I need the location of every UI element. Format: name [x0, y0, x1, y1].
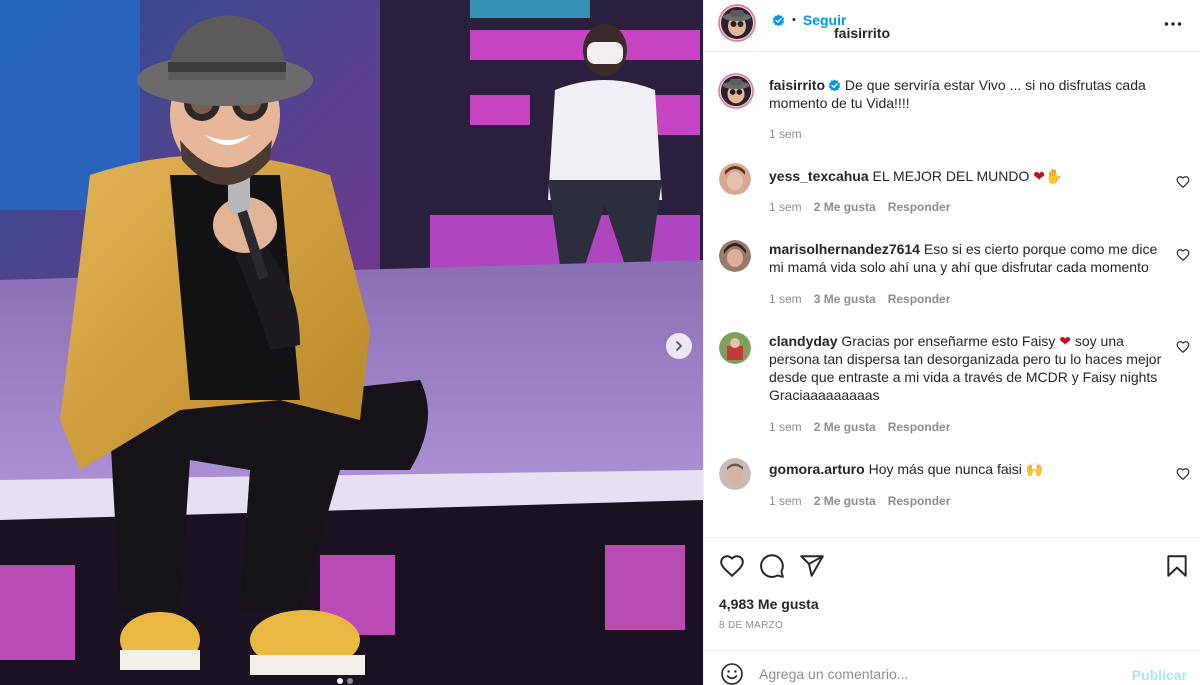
reply-button[interactable]: Responder — [888, 200, 951, 214]
paper-plane-icon[interactable] — [799, 553, 825, 579]
author-username[interactable]: faisirrito — [834, 25, 890, 41]
comment-like-heart-icon[interactable] — [1176, 248, 1190, 262]
comment-text: Hoy más que nunca faisi — [868, 461, 1022, 477]
comment-time[interactable]: 1 sem — [769, 292, 802, 306]
more-options-button[interactable] — [1161, 12, 1185, 36]
comment-emoji: ❤✋ — [1033, 168, 1063, 184]
comment-emoji: ❤ — [1059, 333, 1071, 349]
post-header: faisirrito • Seguir — [704, 0, 1200, 52]
comment-username[interactable]: marisolhernandez7614 — [769, 241, 920, 257]
comments-list[interactable]: faisirrito De que serviría estar Vivo ..… — [704, 53, 1200, 537]
media-dot — [347, 678, 353, 684]
header-user-row: faisirrito • Seguir — [769, 12, 890, 41]
comment-icon[interactable] — [759, 553, 785, 579]
comment-text: EL MEJOR DEL MUNDO — [872, 168, 1030, 184]
caption-time[interactable]: 1 sem — [769, 127, 802, 141]
reply-button[interactable]: Responder — [888, 494, 951, 508]
post-photo — [0, 0, 703, 685]
avatar-image — [719, 332, 751, 364]
comment-like-heart-icon[interactable] — [1176, 340, 1190, 354]
avatar-image — [718, 4, 756, 42]
likes-count[interactable]: 4,983 Me gusta — [719, 596, 819, 612]
post-media[interactable] — [0, 0, 703, 685]
avatar-image — [719, 458, 751, 490]
comment-text-block: clandyday Gracias por enseñarme esto Fai… — [769, 332, 1164, 404]
comment-time[interactable]: 1 sem — [769, 200, 802, 214]
comment-like-heart-icon[interactable] — [1176, 467, 1190, 481]
publish-button[interactable]: Publicar — [1132, 667, 1187, 683]
post-actions: 4,983 Me gusta 8 DE MARZO — [704, 537, 1200, 637]
comment-meta: 1 sem 3 Me gusta Responder — [769, 292, 950, 306]
smiley-icon[interactable] — [720, 662, 744, 685]
comment-text-block: gomora.arturo Hoy más que nunca faisi 🙌 — [769, 460, 1164, 478]
caption: faisirrito De que serviría estar Vivo ..… — [704, 71, 1200, 151]
comment-username[interactable]: gomora.arturo — [769, 461, 865, 477]
next-media-button[interactable] — [666, 333, 692, 359]
comment-username[interactable]: clandyday — [769, 333, 837, 349]
avatar-image — [719, 163, 751, 195]
commenter-avatar[interactable] — [719, 240, 751, 272]
chevron-right-icon — [676, 341, 682, 351]
commenter-avatar[interactable] — [719, 458, 751, 490]
comment-likes[interactable]: 2 Me gusta — [814, 494, 876, 508]
heart-icon[interactable] — [719, 553, 745, 579]
author-avatar[interactable] — [718, 4, 756, 42]
caption-author-avatar[interactable] — [718, 73, 754, 109]
post-date[interactable]: 8 DE MARZO — [719, 620, 783, 631]
comment-likes[interactable]: 2 Me gusta — [814, 200, 876, 214]
verified-badge-icon — [828, 79, 841, 92]
commenter-avatar[interactable] — [719, 332, 751, 364]
caption-meta: 1 sem — [769, 127, 802, 141]
reply-button[interactable]: Responder — [888, 420, 951, 434]
comment-time[interactable]: 1 sem — [769, 494, 802, 508]
media-dot-active — [337, 678, 343, 684]
commenter-avatar[interactable] — [719, 163, 751, 195]
caption-text: De que serviría estar Vivo ... si no dis… — [769, 77, 1146, 111]
caption-text-block: faisirrito De que serviría estar Vivo ..… — [769, 76, 1164, 112]
comment-text: Gracias por enseñarme esto Faisy — [841, 333, 1056, 349]
comment-composer: Publicar — [704, 650, 1200, 685]
caption-username[interactable]: faisirrito — [769, 77, 825, 93]
avatar-image — [719, 240, 751, 272]
comment-text-block: yess_texcahua EL MEJOR DEL MUNDO ❤✋ — [769, 167, 1164, 185]
comment-emoji: 🙌 — [1025, 461, 1044, 477]
header-separator: • — [792, 14, 796, 26]
comment-likes[interactable]: 3 Me gusta — [814, 292, 876, 306]
comment-meta: 1 sem 2 Me gusta Responder — [769, 420, 950, 434]
comment-time[interactable]: 1 sem — [769, 420, 802, 434]
bookmark-icon[interactable] — [1164, 553, 1190, 579]
media-pagination-dots — [337, 678, 353, 684]
comment-like-heart-icon[interactable] — [1176, 175, 1190, 189]
comment-meta: 1 sem 2 Me gusta Responder — [769, 494, 950, 508]
verified-badge-icon — [772, 13, 785, 26]
post-details-panel: faisirrito • Seguir faisirrito De que se… — [703, 0, 1200, 685]
comment-item: marisolhernandez7614 Eso si es cierto po… — [704, 238, 1200, 318]
reply-button[interactable]: Responder — [888, 292, 951, 306]
comment-username[interactable]: yess_texcahua — [769, 168, 869, 184]
avatar-image — [718, 73, 754, 109]
comment-item: yess_texcahua EL MEJOR DEL MUNDO ❤✋ 1 se… — [704, 163, 1200, 225]
comment-text-block: marisolhernandez7614 Eso si es cierto po… — [769, 240, 1164, 276]
comment-item: clandyday Gracias por enseñarme esto Fai… — [704, 330, 1200, 440]
comment-item: gomora.arturo Hoy más que nunca faisi 🙌 … — [704, 455, 1200, 517]
comment-likes[interactable]: 2 Me gusta — [814, 420, 876, 434]
comment-meta: 1 sem 2 Me gusta Responder — [769, 200, 950, 214]
comment-input[interactable] — [759, 663, 1119, 685]
more-horizontal-icon — [1164, 22, 1182, 26]
